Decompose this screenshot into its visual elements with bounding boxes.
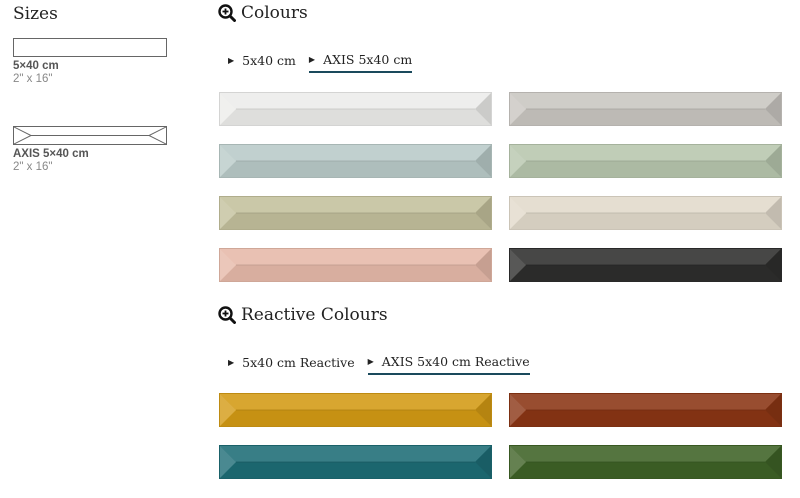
tab-5x40-reactive[interactable]: ▶ 5x40 cm Reactive [228,354,355,375]
reactive-colour-tile[interactable] [509,393,782,427]
reactive-tabs: ▶ 5x40 cm Reactive ▶ AXIS 5x40 cm Reacti… [228,354,546,375]
size-name: 5×40 cm [13,60,59,72]
zoom-in-icon[interactable] [218,4,236,22]
size-option-5x40[interactable]: 5×40 cm 2" x 16" [13,38,167,85]
colour-tile[interactable] [509,144,782,178]
colour-tile[interactable] [509,248,782,282]
reactive-colour-tile[interactable] [509,445,782,479]
colours-tabs: ▶ 5x40 cm ▶ AXIS 5x40 cm [228,52,428,73]
triangle-right-icon: ▶ [228,56,235,65]
colour-tile[interactable] [219,144,492,178]
reactive-colours-title: Reactive Colours [241,305,388,325]
size-inches: 2" x 16" [13,161,53,173]
size-name: AXIS 5×40 cm [13,148,89,160]
reactive-colours-heading: Reactive Colours [218,305,388,325]
tab-axis-5x40-reactive[interactable]: ▶ AXIS 5x40 cm Reactive [367,354,530,375]
reactive-colour-tile[interactable] [219,445,492,479]
colours-title: Colours [241,3,308,23]
colour-tile[interactable] [219,196,492,230]
triangle-right-icon: ▶ [308,55,316,64]
triangle-right-icon: ▶ [367,357,374,366]
colour-tile[interactable] [219,92,492,126]
size-swatch-axis [13,126,167,145]
tab-axis-5x40[interactable]: ▶ AXIS 5x40 cm [308,52,413,73]
zoom-in-icon[interactable] [218,306,236,324]
colour-tile[interactable] [219,248,492,282]
triangle-right-icon: ▶ [228,358,235,367]
reactive-colour-tile[interactable] [219,393,492,427]
sizes-title: Sizes [13,4,58,24]
size-inches: 2" x 16" [13,73,53,85]
tab-5x40[interactable]: ▶ 5x40 cm [228,52,296,73]
size-option-axis-5x40[interactable]: AXIS 5×40 cm 2" x 16" [13,126,167,173]
size-swatch-plain [13,38,167,57]
colour-tile[interactable] [509,196,782,230]
colours-heading: Colours [218,3,308,23]
colour-tile[interactable] [509,92,782,126]
